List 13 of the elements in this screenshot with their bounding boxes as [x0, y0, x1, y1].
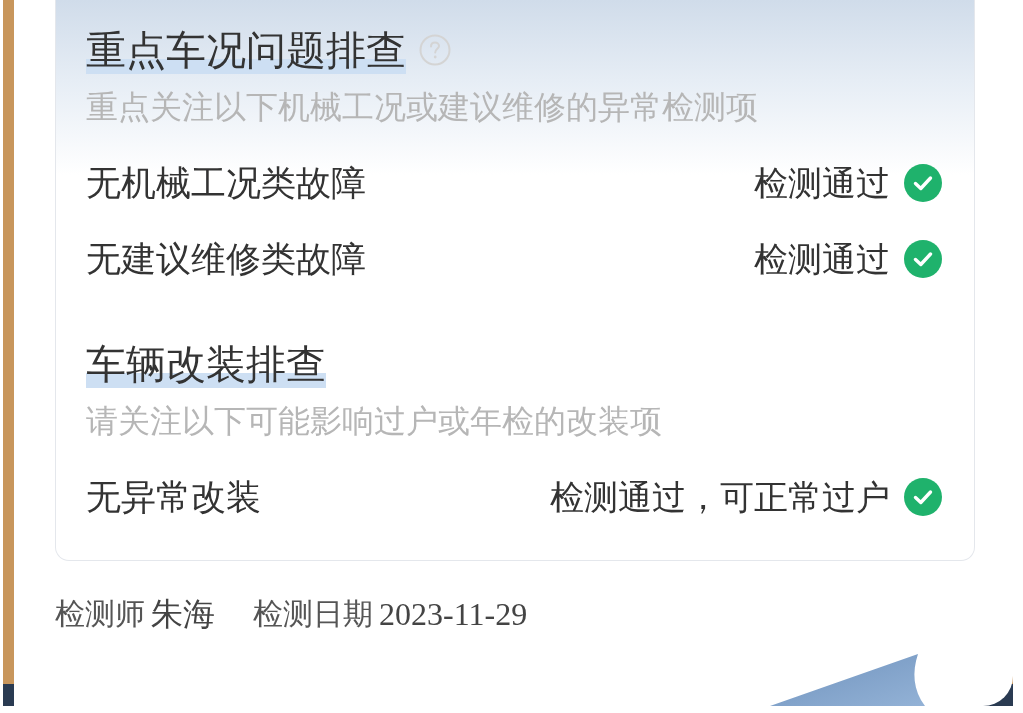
check-result-text: 检测通过，可正常过户 [550, 476, 890, 518]
section-subtitle: 请关注以下可能影响过户或年检的改装项 [86, 402, 662, 440]
check-result-text: 检测通过 [754, 238, 890, 280]
inspector-label: 检测师 [55, 596, 145, 632]
check-item-label: 无异常改装 [86, 476, 261, 518]
check-result-text: 检测通过 [754, 162, 890, 204]
inspection-date: 2023-11-29 [379, 596, 528, 632]
help-icon[interactable] [419, 34, 451, 66]
inspector-name: 朱海 [151, 596, 215, 632]
check-item-label: 无建议维修类故障 [86, 238, 366, 280]
section-subtitle: 重点关注以下机械工况或建议维修的异常检测项 [86, 88, 758, 126]
date-label: 检测日期 [253, 596, 373, 632]
check-item-label: 无机械工况类故障 [86, 162, 366, 204]
